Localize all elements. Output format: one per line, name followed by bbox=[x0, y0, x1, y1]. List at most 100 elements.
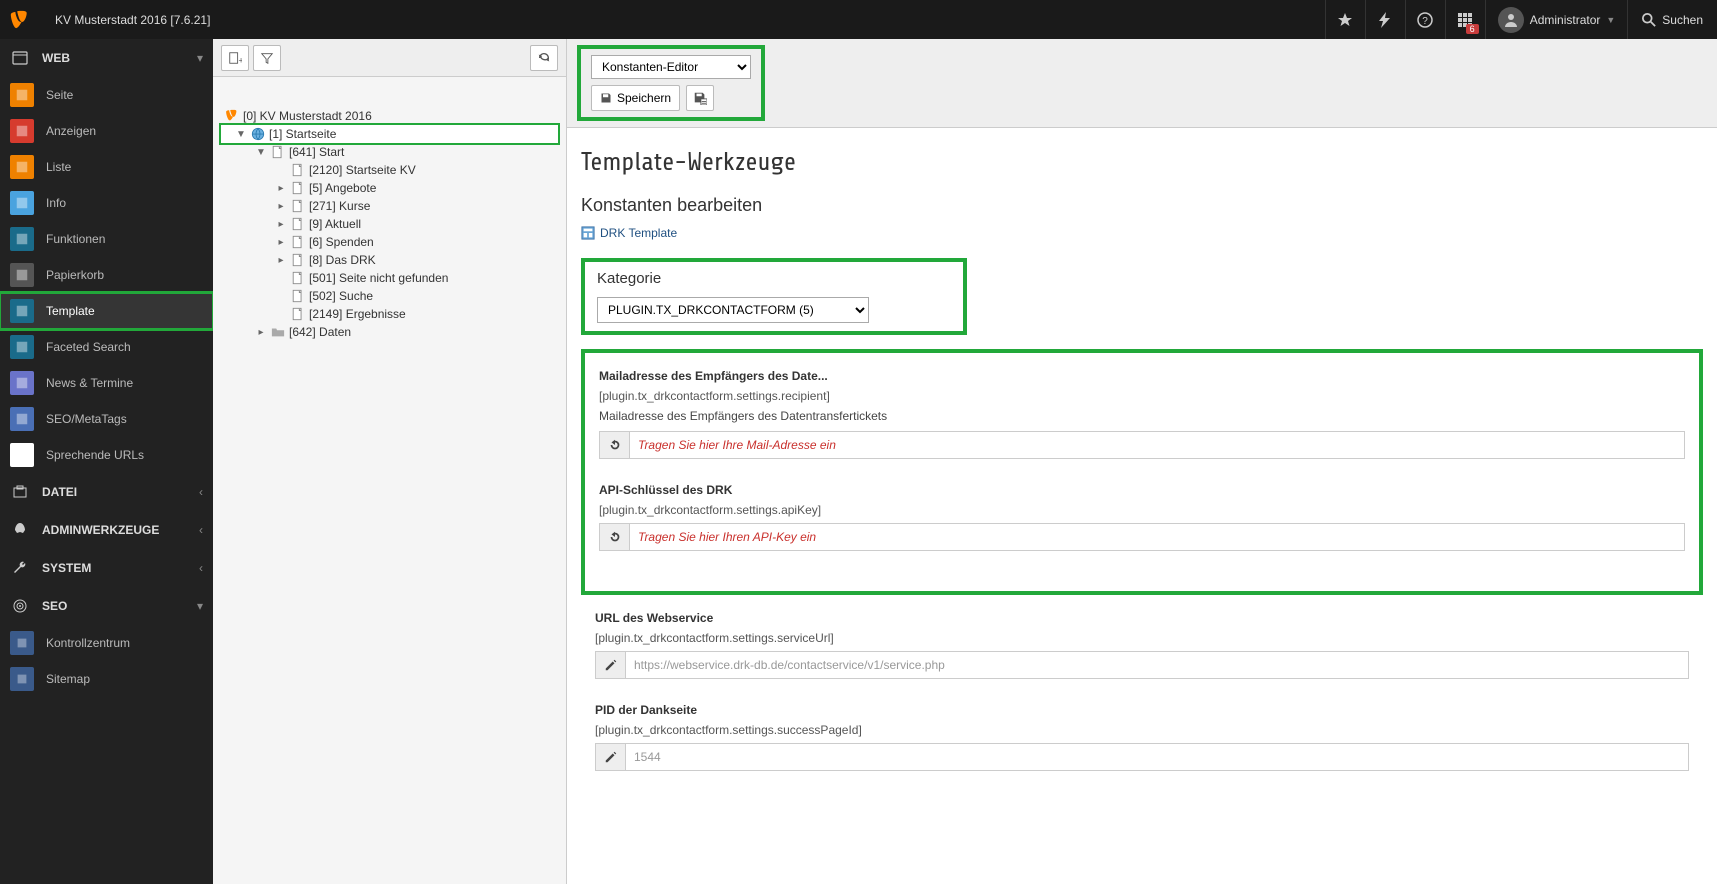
module-sprechende-urls[interactable]: Sprechende URLs bbox=[0, 437, 213, 473]
tree-node[interactable]: ▸ [271] Kurse bbox=[221, 197, 558, 215]
tree-node[interactable]: ▼[1] Startseite bbox=[221, 125, 558, 143]
topbar: KV Musterstadt 2016 [7.6.21] ? 6 Adminis… bbox=[0, 0, 1717, 39]
save-label: Speichern bbox=[617, 91, 671, 105]
module-label: Template bbox=[46, 304, 95, 318]
typo3-logo[interactable] bbox=[0, 0, 40, 39]
category-box: Kategorie PLUGIN.TX_DRKCONTACTFORM (5) bbox=[581, 258, 967, 335]
tree-node[interactable]: [2120] Startseite KV bbox=[221, 161, 558, 179]
module-liste[interactable]: Liste bbox=[0, 149, 213, 185]
undo-icon[interactable] bbox=[599, 523, 629, 551]
field-title: Mailadresse des Empfängers des Date... bbox=[599, 369, 1685, 383]
tree-node[interactable]: ▼[641] Start bbox=[221, 143, 558, 161]
svg-text:+: + bbox=[239, 55, 243, 65]
module-funktionen[interactable]: Funktionen bbox=[0, 221, 213, 257]
page-tree-panel: + [0] KV Musterstadt 2016 ▼[1] Startseit… bbox=[213, 39, 567, 884]
module-sitemap[interactable]: Sitemap bbox=[0, 661, 213, 697]
field-input[interactable] bbox=[629, 431, 1685, 459]
flash-icon[interactable] bbox=[1365, 0, 1405, 39]
module-label: Info bbox=[46, 196, 66, 210]
module-label: Papierkorb bbox=[46, 268, 104, 282]
module-label: Sprechende URLs bbox=[46, 448, 144, 462]
module-kontrollzentrum[interactable]: Kontrollzentrum bbox=[0, 625, 213, 661]
app-icon[interactable]: 6 bbox=[1445, 0, 1485, 39]
tree-node[interactable]: ▸[9] Aktuell bbox=[221, 215, 558, 233]
tree-label: [8] Das DRK bbox=[309, 253, 376, 267]
tree-toggle[interactable]: ▼ bbox=[235, 129, 247, 140]
page-icon bbox=[270, 144, 286, 160]
edit-icon[interactable] bbox=[595, 743, 625, 771]
save-button[interactable]: Speichern bbox=[591, 85, 680, 111]
refresh-button[interactable] bbox=[530, 45, 558, 71]
module-icon bbox=[10, 119, 34, 143]
group-datei[interactable]: DATEI ‹ bbox=[0, 473, 213, 511]
module-label: Funktionen bbox=[46, 232, 105, 246]
tree-toggle[interactable]: ▼ bbox=[255, 147, 267, 158]
module-news-termine[interactable]: News & Termine bbox=[0, 365, 213, 401]
module-papierkorb[interactable]: Papierkorb bbox=[0, 257, 213, 293]
site-title: KV Musterstadt 2016 [7.6.21] bbox=[40, 13, 210, 27]
tree-node[interactable]: ▸ [8] Das DRK bbox=[221, 251, 558, 269]
target-icon bbox=[10, 596, 30, 616]
page-icon bbox=[290, 270, 306, 286]
field-input[interactable] bbox=[625, 651, 1689, 679]
tree-root[interactable]: [0] KV Musterstadt 2016 bbox=[221, 107, 558, 125]
group-web-label: WEB bbox=[42, 51, 70, 65]
field-title: URL des Webservice bbox=[595, 611, 1689, 625]
save-close-button[interactable] bbox=[686, 85, 714, 111]
template-link-label: DRK Template bbox=[600, 226, 677, 240]
module-icon bbox=[10, 191, 34, 215]
tree-toggle[interactable]: ▸ bbox=[255, 327, 267, 338]
tree-node[interactable]: ▸[5] Angebote bbox=[221, 179, 558, 197]
category-select[interactable]: PLUGIN.TX_DRKCONTACTFORM (5) bbox=[597, 297, 869, 323]
group-system[interactable]: SYSTEM ‹ bbox=[0, 549, 213, 587]
file-group-icon bbox=[10, 482, 30, 502]
group-seo[interactable]: SEO ▾ bbox=[0, 587, 213, 625]
tree-node[interactable]: [2149] Ergebnisse bbox=[221, 305, 558, 323]
tree-node[interactable]: [502] Suche bbox=[221, 287, 558, 305]
tree-toggle[interactable]: ▸ bbox=[275, 201, 287, 212]
new-page-button[interactable]: + bbox=[221, 45, 249, 71]
page-icon bbox=[290, 198, 306, 214]
search-label: Suchen bbox=[1662, 13, 1703, 27]
group-admin[interactable]: ADMINWERKZEUGE ‹ bbox=[0, 511, 213, 549]
tree-label: [2149] Ergebnisse bbox=[309, 307, 406, 321]
field-input[interactable] bbox=[629, 523, 1685, 551]
module-info[interactable]: Info bbox=[0, 185, 213, 221]
field-path: [plugin.tx_drkcontactform.settings.servi… bbox=[595, 631, 1689, 645]
undo-icon[interactable] bbox=[599, 431, 629, 459]
notification-badge: 6 bbox=[1466, 24, 1479, 34]
tree-toggle[interactable]: ▸ bbox=[275, 255, 287, 266]
module-template[interactable]: Template bbox=[0, 293, 213, 329]
tree-toggle[interactable]: ▸ bbox=[275, 237, 287, 248]
help-icon[interactable]: ? bbox=[1405, 0, 1445, 39]
username: Administrator bbox=[1530, 13, 1601, 27]
tree-label: [2120] Startseite KV bbox=[309, 163, 416, 177]
group-admin-label: ADMINWERKZEUGE bbox=[42, 523, 159, 537]
chevron-left-icon: ‹ bbox=[199, 523, 203, 537]
tree-toggle[interactable]: ▸ bbox=[275, 219, 287, 230]
bookmark-icon[interactable] bbox=[1325, 0, 1365, 39]
template-link[interactable]: DRK Template bbox=[581, 226, 1703, 240]
tree-node[interactable]: [501] Seite nicht gefunden bbox=[221, 269, 558, 287]
user-menu[interactable]: Administrator ▼ bbox=[1485, 0, 1628, 39]
module-seo-metatags[interactable]: SEO/MetaTags bbox=[0, 401, 213, 437]
module-icon bbox=[10, 227, 34, 251]
module-label: SEO/MetaTags bbox=[46, 412, 127, 426]
mode-select[interactable]: Konstanten-Editor bbox=[591, 55, 751, 79]
constant-field: API-Schlüssel des DRK[plugin.tx_drkconta… bbox=[599, 483, 1685, 551]
module-icon bbox=[10, 155, 34, 179]
module-icon bbox=[10, 83, 34, 107]
filter-button[interactable] bbox=[253, 45, 281, 71]
tree-node[interactable]: ▸[642] Daten bbox=[221, 323, 558, 341]
module-anzeigen[interactable]: Anzeigen bbox=[0, 113, 213, 149]
module-faceted-search[interactable]: Faceted Search bbox=[0, 329, 213, 365]
tree-node[interactable]: ▸[6] Spenden bbox=[221, 233, 558, 251]
module-seite[interactable]: Seite bbox=[0, 77, 213, 113]
tree-toggle[interactable]: ▸ bbox=[275, 183, 287, 194]
search-button[interactable]: Suchen bbox=[1627, 0, 1717, 39]
group-web[interactable]: WEB ▾ bbox=[0, 39, 213, 77]
module-label: Seite bbox=[46, 88, 73, 102]
tree-label: [271] Kurse bbox=[309, 199, 370, 213]
field-input[interactable] bbox=[625, 743, 1689, 771]
edit-icon[interactable] bbox=[595, 651, 625, 679]
